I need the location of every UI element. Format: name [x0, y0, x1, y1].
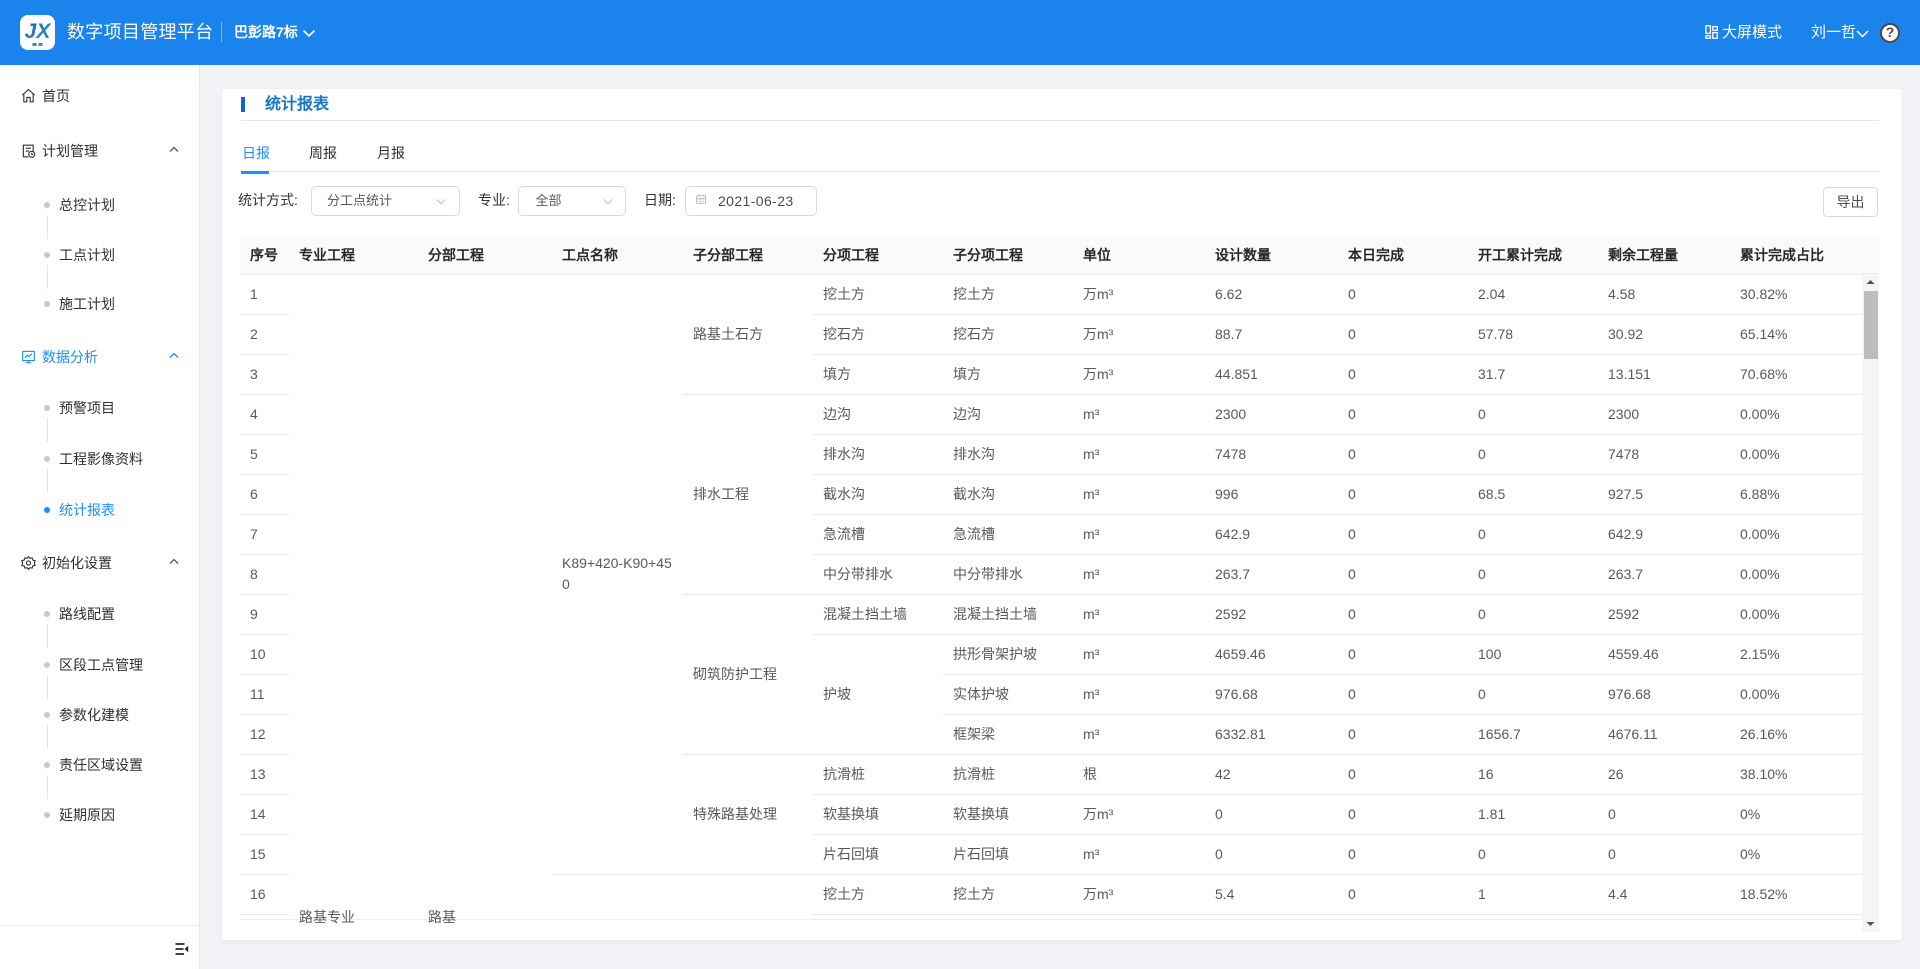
svg-text:JX: JX	[25, 20, 53, 43]
